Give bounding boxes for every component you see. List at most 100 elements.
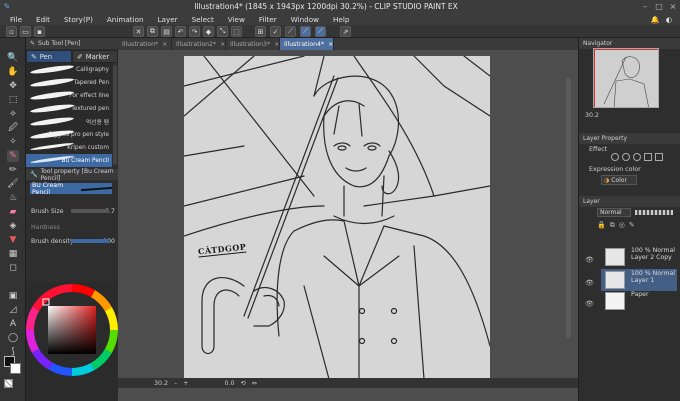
close-icon[interactable]: × [274,41,279,48]
brush-item[interactable]: Kripen custom [26,141,112,154]
menu-filter[interactable]: Filter [259,15,277,24]
brush-density-row[interactable]: Brush density 100 [31,236,115,246]
paste-icon[interactable]: ▤ [161,26,172,37]
brush-item[interactable]: Tapered Pen [26,76,112,89]
select-icon[interactable]: ⬚ [7,94,19,106]
navigator-view-frame[interactable] [594,49,658,107]
grid-icon[interactable] [655,153,663,161]
undo-icon[interactable]: ↶ [175,26,186,37]
doc-tab-active[interactable]: Illustration4* × [280,38,334,50]
fill-icon[interactable]: ◆ [203,26,214,37]
menu-edit[interactable]: Edit [36,15,50,24]
menu-story[interactable]: Story(P) [64,15,93,24]
close-icon[interactable]: × [162,41,167,48]
lock-icon[interactable]: 🔒 [597,221,606,230]
effect-buttons[interactable] [611,153,673,161]
menu-select[interactable]: Select [192,15,214,24]
eraser-icon[interactable]: ▰ [7,206,19,218]
layer-row[interactable]: Paper [601,290,677,310]
layer-row[interactable]: 100 % Normal Layer 2 Copy [601,246,677,268]
maximize-icon[interactable]: □ [652,2,666,11]
close-icon[interactable]: × [328,41,333,48]
ruler-snap-icon[interactable]: ✓ [270,26,281,37]
user-icon[interactable]: ◐ [666,15,672,24]
menu-layer[interactable]: Layer [158,15,178,24]
share-icon[interactable]: ⇗ [340,26,351,37]
hardness-row[interactable]: Hardness [31,222,115,232]
figure-icon[interactable]: ◻ [7,262,19,274]
doc-tab[interactable]: Illustration* × [118,38,172,50]
opacity-slider[interactable] [635,210,673,215]
brush-item-active[interactable]: Bu Cream Pencil [26,154,112,167]
zoom-readout[interactable]: 30.2 [154,380,168,387]
move-icon[interactable]: ✥ [7,80,19,92]
navigator-preview[interactable] [593,48,659,108]
menu-file[interactable]: File [10,15,22,24]
doc-tab[interactable]: Illustration3* × [226,38,280,50]
fill-tool-icon[interactable]: ▼ [7,234,19,246]
brush-item[interactable]: 먹선용 펜 [26,115,112,128]
lasso-icon[interactable]: ⟡ [7,108,19,120]
pen-icon[interactable]: ✎ [7,150,19,162]
canvas-paper[interactable]: CÀTDGOP [184,56,490,379]
save-icon[interactable]: ▪ [34,26,45,37]
bell-icon[interactable]: 🔔 [651,15,660,24]
expression-color-select[interactable]: ◑ Color [601,175,637,185]
brush-list-scrollbar[interactable] [113,65,117,165]
zoom-out-icon[interactable]: – [174,380,177,387]
grid-snap-icon[interactable]: ⟋ [300,26,311,37]
zoom-icon[interactable]: 🔍 [7,52,19,64]
pencil-icon[interactable]: ✏ [7,164,19,176]
new-icon[interactable]: ▫ [6,26,17,37]
open-icon[interactable]: ▭ [20,26,31,37]
rotate-icon[interactable]: ⟲ [240,380,245,387]
doc-tab[interactable]: Illustration2* × [172,38,226,50]
redo-icon[interactable]: ↷ [189,26,200,37]
perspective-snap-icon[interactable]: ⟋ [315,26,326,37]
hand-icon[interactable]: ✋ [7,66,19,78]
snap-icon[interactable]: ⊞ [255,26,266,37]
gradient-icon[interactable]: ▦ [7,248,19,260]
menu-help[interactable]: Help [333,15,349,24]
flip-icon[interactable]: ⇔ [252,380,257,387]
clear-icon[interactable]: ✕ [133,26,144,37]
brush-item[interactable]: Calligraphy [26,63,112,76]
brush-item[interactable]: Piggies pro pen style [26,128,112,141]
brush-density-slider[interactable] [71,239,109,243]
visibility-eye-icon[interactable]: 👁 [585,279,594,287]
clip-icon[interactable]: ⧉ [610,221,615,230]
brush-size-slider[interactable] [71,209,109,213]
tab-marker[interactable]: ✐ Marker [72,50,118,63]
visibility-eye-icon[interactable]: 👁 [585,300,594,308]
close-icon[interactable]: × [666,2,680,11]
balloon-icon[interactable]: ◯ [7,332,19,344]
zoom-in-icon[interactable]: + [183,380,188,387]
airbrush-icon[interactable]: ♨ [7,192,19,204]
eyedropper-icon[interactable]: 🖉 [7,122,19,134]
brush-size-row[interactable]: Brush Size 9.7 [31,206,115,216]
angle-readout[interactable]: 0.0 [224,380,234,387]
select-all-icon[interactable]: ⬚ [231,26,242,37]
tab-pen[interactable]: ✎ Pen [26,50,72,63]
color-wheel[interactable] [26,282,118,401]
layer-row-active[interactable]: 100 % Normal Layer 1 [601,269,677,291]
visibility-eye-icon[interactable]: 👁 [585,256,594,264]
transparent-color-swatch[interactable] [4,379,13,388]
brush-item[interactable]: Textured pen [26,102,112,115]
menu-animation[interactable]: Animation [107,15,144,24]
tone-effect-icon[interactable] [622,153,630,161]
menu-window[interactable]: Window [291,15,319,24]
border-effect-icon[interactable] [611,153,619,161]
ruler-icon[interactable]: ◿ [7,304,19,316]
copy-icon[interactable]: ⧉ [147,26,158,37]
navigator-zoom[interactable]: 30.2 [585,112,599,119]
close-icon[interactable]: × [220,41,225,48]
brush-item[interactable]: For effect line [26,89,112,102]
special-ruler-icon[interactable]: ⟋ [285,26,296,37]
blend-icon[interactable]: ◈ [7,220,19,232]
brush-icon[interactable]: 🖌 [7,178,19,190]
canvas-vertical-scrollbar[interactable] [566,78,571,338]
sub-color-swatch[interactable] [10,363,21,374]
text-icon[interactable]: A [7,318,19,330]
frame-icon[interactable]: ▣ [7,290,19,302]
